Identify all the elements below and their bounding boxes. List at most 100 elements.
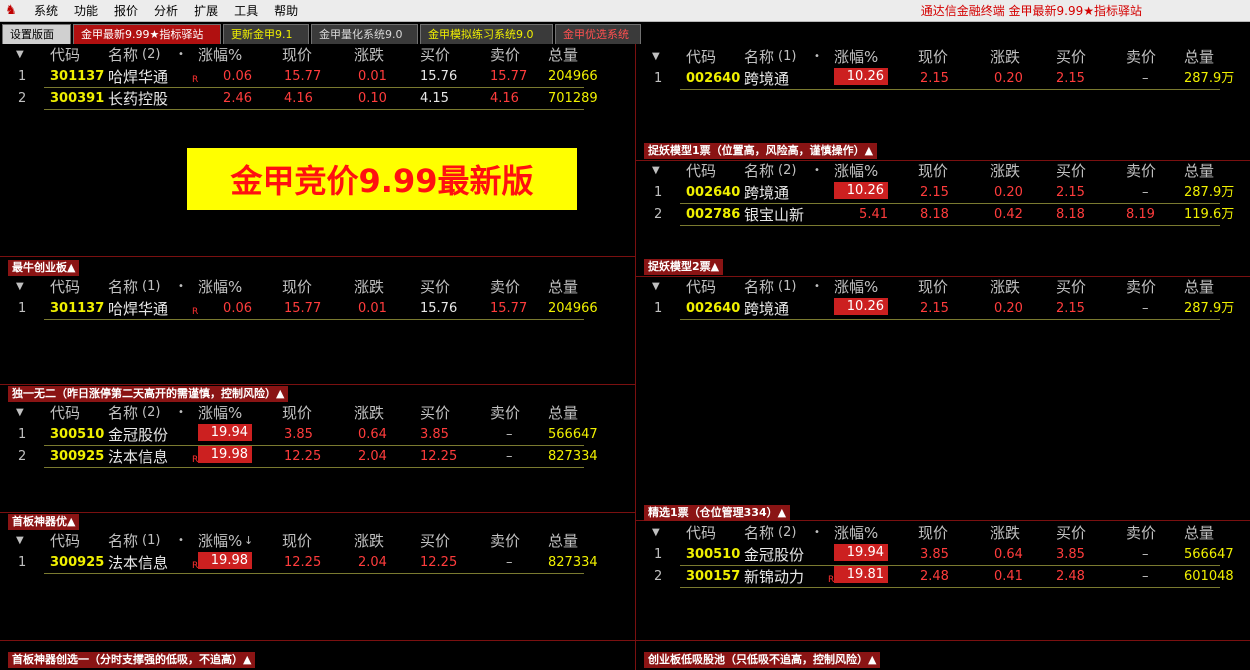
column-header-buy[interactable]: 买价 <box>1056 522 1086 544</box>
stock-row[interactable]: 2 300157 新锦动力 R 19.81 2.48 0.41 2.48–601048 <box>636 566 1250 588</box>
sort-menu-icon[interactable]: ▼ <box>16 530 24 552</box>
column-header-buy[interactable]: 买价 <box>1056 276 1086 298</box>
column-header-code[interactable]: 代码 <box>686 46 716 68</box>
menu-item[interactable]: 系统 <box>26 0 66 22</box>
stock-code[interactable]: 002640 <box>686 298 740 320</box>
stock-code[interactable]: 300510 <box>686 544 740 566</box>
stock-row[interactable]: 1 002640 跨境通 10.26 2.15 0.20 2.15 – 287.9万 <box>636 298 1250 320</box>
column-header-buy[interactable]: 买价 <box>420 402 450 424</box>
stock-code[interactable]: 301137 <box>50 298 104 320</box>
column-header-vol[interactable]: 总量 <box>548 44 578 66</box>
column-header-code[interactable]: 代码 <box>686 276 716 298</box>
column-header-chg[interactable]: 涨跌 <box>990 276 1020 298</box>
stock-code[interactable]: 300925 <box>50 552 104 574</box>
column-header-pct[interactable]: 涨幅% <box>834 46 878 68</box>
stock-code[interactable]: 002640 <box>686 182 740 204</box>
stock-row[interactable]: 1 002640 跨境通 10.26 2.15 0.20 2.15 – 287.9万 <box>636 182 1250 204</box>
layout-tab[interactable]: 金甲最新9.99★指标驿站 <box>73 24 221 44</box>
column-header-price[interactable]: 现价 <box>282 276 312 298</box>
column-header-code[interactable]: 代码 <box>50 276 80 298</box>
column-header-price[interactable]: 现价 <box>282 402 312 424</box>
column-header-vol[interactable]: 总量 <box>548 530 578 552</box>
column-header-vol[interactable]: 总量 <box>548 276 578 298</box>
column-header-name[interactable]: 名称 <box>744 276 774 298</box>
column-header-buy[interactable]: 买价 <box>420 530 450 552</box>
column-header-buy[interactable]: 买价 <box>1056 46 1086 68</box>
column-header-vol[interactable]: 总量 <box>1184 522 1214 544</box>
column-header-chg[interactable]: 涨跌 <box>354 44 384 66</box>
column-header-pct[interactable]: 涨幅% <box>198 44 242 66</box>
column-header-price[interactable]: 现价 <box>918 46 948 68</box>
column-header-name[interactable]: 名称 <box>744 522 774 544</box>
panel-title[interactable]: 首板神器优▲ <box>8 514 80 530</box>
column-header-name[interactable]: 名称 <box>108 402 138 424</box>
menu-item[interactable]: 分析 <box>146 0 186 22</box>
column-header-name[interactable]: 名称 <box>744 160 774 182</box>
column-header-sell[interactable]: 卖价 <box>490 44 520 66</box>
stock-name[interactable]: 金冠股份 <box>744 544 804 566</box>
column-header-sell[interactable]: 卖价 <box>1126 46 1156 68</box>
layout-tab[interactable]: 金甲优选系统 <box>555 24 641 44</box>
panel-title[interactable]: 精选1票（仓位管理334）▲ <box>644 505 791 521</box>
stock-name[interactable]: 金冠股份 <box>108 424 168 446</box>
stock-row[interactable]: 1 300510 金冠股份 19.94 3.85 0.64 3.85 – 566647 <box>636 544 1250 566</box>
column-header-price[interactable]: 现价 <box>918 276 948 298</box>
column-header-chg[interactable]: 涨跌 <box>990 160 1020 182</box>
column-header-chg[interactable]: 涨跌 <box>354 530 384 552</box>
menu-item[interactable]: 工具 <box>226 0 266 22</box>
column-header-pct[interactable]: 涨幅% <box>198 530 242 552</box>
column-header-price[interactable]: 现价 <box>918 160 948 182</box>
column-header-name[interactable]: 名称 <box>108 530 138 552</box>
column-header-pct[interactable]: 涨幅% <box>834 160 878 182</box>
stock-code[interactable]: 300925 <box>50 446 104 468</box>
menu-item[interactable]: 功能 <box>66 0 106 22</box>
column-header-sell[interactable]: 卖价 <box>1126 522 1156 544</box>
column-header-buy[interactable]: 买价 <box>1056 160 1086 182</box>
sort-menu-icon[interactable]: ▼ <box>652 522 660 544</box>
column-header-code[interactable]: 代码 <box>686 160 716 182</box>
stock-row[interactable]: 1 300925 法本信息 R 19.98 12.25 2.04 12.25–827334 <box>0 552 614 574</box>
stock-code[interactable]: 300157 <box>686 566 740 588</box>
stock-row[interactable]: 2 300391 长药控股 2.46 4.16 0.10 4.15 4.16 701289 <box>0 88 614 110</box>
column-header-vol[interactable]: 总量 <box>1184 276 1214 298</box>
column-header-name[interactable]: 名称 <box>744 46 774 68</box>
column-header-sell[interactable]: 卖价 <box>490 276 520 298</box>
stock-name[interactable]: 跨境通 <box>744 298 789 320</box>
stock-name[interactable]: 法本信息 <box>108 552 168 574</box>
column-header-name[interactable]: 名称 <box>108 276 138 298</box>
stock-name[interactable]: 法本信息 <box>108 446 168 468</box>
column-header-sell[interactable]: 卖价 <box>1126 160 1156 182</box>
column-header-chg[interactable]: 涨跌 <box>354 276 384 298</box>
stock-code[interactable]: 002786 <box>686 204 740 226</box>
column-header-pct[interactable]: 涨幅% <box>834 522 878 544</box>
column-header-code[interactable]: 代码 <box>50 44 80 66</box>
layout-tab[interactable]: 设置版面 <box>2 24 71 44</box>
menu-item[interactable]: 帮助 <box>266 0 306 22</box>
layout-tab[interactable]: 金甲模拟练习系统9.0 <box>420 24 553 44</box>
column-header-sell[interactable]: 卖价 <box>490 530 520 552</box>
stock-name[interactable]: 哈焊华通 <box>108 66 168 88</box>
stock-row[interactable]: 1 301137 哈焊华通 R 0.06 15.77 0.01 15.76 15.77 20496… <box>0 298 614 320</box>
column-header-code[interactable]: 代码 <box>686 522 716 544</box>
stock-name[interactable]: 长药控股 <box>108 88 168 110</box>
stock-row[interactable]: 2 002786 银宝山新 5.41 8.18 0.42 8.18 8.19 119.6万 <box>636 204 1250 226</box>
stock-row[interactable]: 1 301137 哈焊华通 R 0.06 15.77 0.01 15.76 15.77 20496… <box>0 66 614 88</box>
column-header-vol[interactable]: 总量 <box>1184 46 1214 68</box>
layout-tab[interactable]: 更新金甲9.1 <box>223 24 309 44</box>
stock-row[interactable]: 1 002640 跨境通 10.26 2.15 0.20 2.15 – 287.9万 <box>636 68 1250 90</box>
column-header-pct[interactable]: 涨幅% <box>198 276 242 298</box>
menu-item[interactable]: 报价 <box>106 0 146 22</box>
stock-row[interactable]: 1 300510 金冠股份 19.94 3.85 0.64 3.85 – 566647 <box>0 424 614 446</box>
column-header-price[interactable]: 现价 <box>282 44 312 66</box>
column-header-vol[interactable]: 总量 <box>1184 160 1214 182</box>
sort-menu-icon[interactable]: ▼ <box>16 44 24 66</box>
stock-code[interactable]: 002640 <box>686 68 740 90</box>
column-header-buy[interactable]: 买价 <box>420 276 450 298</box>
stock-code[interactable]: 301137 <box>50 66 104 88</box>
stock-row[interactable]: 2 300925 法本信息 R 19.98 12.25 2.04 12.25–827334 <box>0 446 614 468</box>
stock-name[interactable]: 银宝山新 <box>744 204 804 226</box>
sort-menu-icon[interactable]: ▼ <box>652 276 660 298</box>
sort-menu-icon[interactable]: ▼ <box>16 402 24 424</box>
column-header-price[interactable]: 现价 <box>918 522 948 544</box>
panel-title[interactable]: 创业板低吸股池（只低吸不追高，控制风险）▲ <box>644 652 881 668</box>
